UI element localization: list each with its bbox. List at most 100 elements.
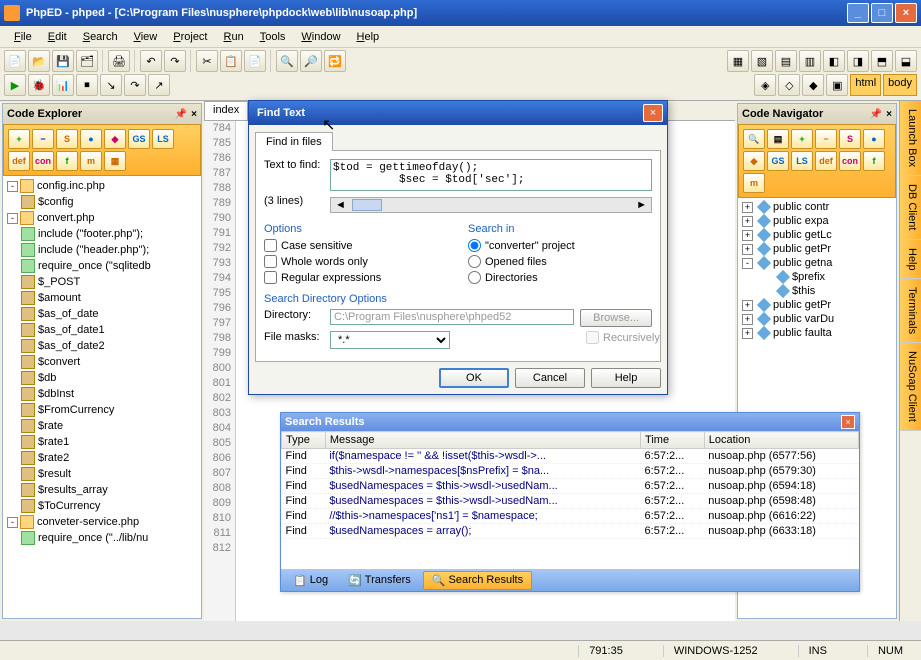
- vtab-help[interactable]: Help: [900, 240, 921, 280]
- tb-b2-icon[interactable]: ▧: [751, 50, 773, 72]
- nav-item[interactable]: +public faulta: [740, 326, 894, 340]
- search-in-project-radio[interactable]: [468, 239, 481, 252]
- pal-ls-icon[interactable]: LS: [152, 129, 174, 149]
- tb-save-icon[interactable]: 💾: [52, 50, 74, 72]
- menu-window[interactable]: Window: [293, 28, 348, 46]
- browse-button[interactable]: Browse...: [580, 309, 652, 327]
- pin-icon[interactable]: 📌: [870, 109, 882, 120]
- editor-tab-index[interactable]: index: [204, 101, 248, 120]
- vtab-db-client[interactable]: DB Client: [900, 176, 921, 239]
- tb-run-icon[interactable]: ▶: [4, 74, 26, 96]
- dialog-close-icon[interactable]: ×: [643, 104, 663, 122]
- tree-item[interactable]: -convert.php: [5, 210, 199, 226]
- tb-b1-icon[interactable]: ▦: [727, 50, 749, 72]
- npal-def-icon[interactable]: def: [815, 151, 837, 171]
- nav-item[interactable]: +public contr: [740, 200, 894, 214]
- breadcrumb-body[interactable]: body: [883, 74, 917, 96]
- npal-d-icon[interactable]: ◆: [743, 151, 765, 171]
- search-in-opened-radio[interactable]: [468, 255, 481, 268]
- tb-stepover-icon[interactable]: ↷: [124, 74, 146, 96]
- tree-item[interactable]: $as_of_date2: [5, 338, 199, 354]
- menu-tools[interactable]: Tools: [252, 28, 294, 46]
- menu-edit[interactable]: Edit: [40, 28, 75, 46]
- explorer-tree[interactable]: -config.inc.php$config-convert.php includ…: [3, 176, 201, 618]
- table-row[interactable]: Find$this->wsdl->namespaces[$nsPrefix] =…: [282, 464, 859, 479]
- tree-item[interactable]: $ToCurrency: [5, 498, 199, 514]
- menu-help[interactable]: Help: [349, 28, 388, 46]
- npal-f-icon[interactable]: f: [863, 151, 885, 171]
- nav-item[interactable]: +public getPr: [740, 242, 894, 256]
- tb-profile-icon[interactable]: 📊: [52, 74, 74, 96]
- column-header[interactable]: Time: [641, 432, 705, 449]
- column-header[interactable]: Location: [704, 432, 858, 449]
- regex-checkbox[interactable]: [264, 271, 277, 284]
- pal-d-icon[interactable]: ◆: [104, 129, 126, 149]
- vtab-terminals[interactable]: Terminals: [900, 279, 921, 343]
- tree-item[interactable]: require_once ("sqlitedb: [5, 258, 199, 274]
- tb-undo-icon[interactable]: ↶: [140, 50, 162, 72]
- npal-c-icon[interactable]: ●: [863, 129, 885, 149]
- tree-item[interactable]: require_once ("../lib/nu: [5, 530, 199, 546]
- tree-item[interactable]: $rate2: [5, 450, 199, 466]
- nav-item[interactable]: $this: [740, 284, 894, 298]
- tb-b7-icon[interactable]: ⬒: [871, 50, 893, 72]
- pal-m-icon[interactable]: m: [80, 151, 102, 171]
- tb-findnext-icon[interactable]: 🔎: [300, 50, 322, 72]
- tb-find-icon[interactable]: 🔍: [276, 50, 298, 72]
- menu-project[interactable]: Project: [165, 28, 215, 46]
- npal-con-icon[interactable]: con: [839, 151, 861, 171]
- pal-def-icon[interactable]: def: [8, 151, 30, 171]
- tree-item[interactable]: $result: [5, 466, 199, 482]
- tree-item[interactable]: $db: [5, 370, 199, 386]
- tree-item[interactable]: $dbInst: [5, 386, 199, 402]
- tb-stepinto-icon[interactable]: ↘: [100, 74, 122, 96]
- text-to-find-input[interactable]: $tod = gettimeofday(); $sec = $tod['sec'…: [330, 159, 652, 191]
- tree-item[interactable]: $amount: [5, 290, 199, 306]
- tree-item[interactable]: $config: [5, 194, 199, 210]
- npal-plus-icon[interactable]: +: [791, 129, 813, 149]
- search-results-close-icon[interactable]: ×: [841, 415, 855, 429]
- nav-item[interactable]: -public getna: [740, 256, 894, 270]
- tb-cut-icon[interactable]: ✂: [196, 50, 218, 72]
- file-masks-select[interactable]: *.*: [330, 331, 450, 349]
- tree-item[interactable]: $_POST: [5, 274, 199, 290]
- maximize-button[interactable]: □: [871, 3, 893, 23]
- ok-button[interactable]: OK: [439, 368, 509, 388]
- tb-b4-icon[interactable]: ▥: [799, 50, 821, 72]
- pal-plus-icon[interactable]: +: [8, 129, 30, 149]
- tree-item[interactable]: -config.inc.php: [5, 178, 199, 194]
- table-row[interactable]: Find//$this->namespaces['ns1'] = $namesp…: [282, 509, 859, 524]
- find-scrollbar[interactable]: ◄►: [330, 197, 652, 213]
- panel-close-icon[interactable]: ×: [191, 109, 197, 120]
- npal-find-icon[interactable]: 🔍: [743, 129, 765, 149]
- tb-print-icon[interactable]: 🖨: [108, 50, 130, 72]
- pal-sq-icon[interactable]: ▦: [104, 151, 126, 171]
- vtab-launch-box[interactable]: Launch Box: [900, 101, 921, 176]
- menu-view[interactable]: View: [126, 28, 166, 46]
- tb-b8-icon[interactable]: ⬓: [895, 50, 917, 72]
- case-sensitive-checkbox[interactable]: [264, 239, 277, 252]
- tree-item[interactable]: include ("header.php");: [5, 242, 199, 258]
- nav-item[interactable]: +public expa: [740, 214, 894, 228]
- tb-h3-icon[interactable]: ◆: [802, 74, 824, 96]
- tree-item[interactable]: $rate1: [5, 434, 199, 450]
- tb-h1-icon[interactable]: ◈: [754, 74, 776, 96]
- close-button[interactable]: ×: [895, 3, 917, 23]
- tb-paste-icon[interactable]: 📄: [244, 50, 266, 72]
- pal-gs-icon[interactable]: GS: [128, 129, 150, 149]
- tree-item[interactable]: $as_of_date1: [5, 322, 199, 338]
- pal-f-icon[interactable]: f: [56, 151, 78, 171]
- tree-item[interactable]: $FromCurrency: [5, 402, 199, 418]
- tb-saveall-icon[interactable]: 🗂: [76, 50, 98, 72]
- nav-item[interactable]: +public getPr: [740, 298, 894, 312]
- dialog-tab-find-in-files[interactable]: Find in files: [255, 132, 333, 151]
- tb-replace-icon[interactable]: 🔁: [324, 50, 346, 72]
- tb-b3-icon[interactable]: ▤: [775, 50, 797, 72]
- help-button[interactable]: Help: [591, 368, 661, 388]
- tb-debug-icon[interactable]: 🐞: [28, 74, 50, 96]
- nav-item[interactable]: +public varDu: [740, 312, 894, 326]
- panel-close-icon[interactable]: ×: [886, 109, 892, 120]
- table-row[interactable]: Find$usedNamespaces = $this->wsdl->usedN…: [282, 494, 859, 509]
- nav-item[interactable]: $prefix: [740, 270, 894, 284]
- minimize-button[interactable]: _: [847, 3, 869, 23]
